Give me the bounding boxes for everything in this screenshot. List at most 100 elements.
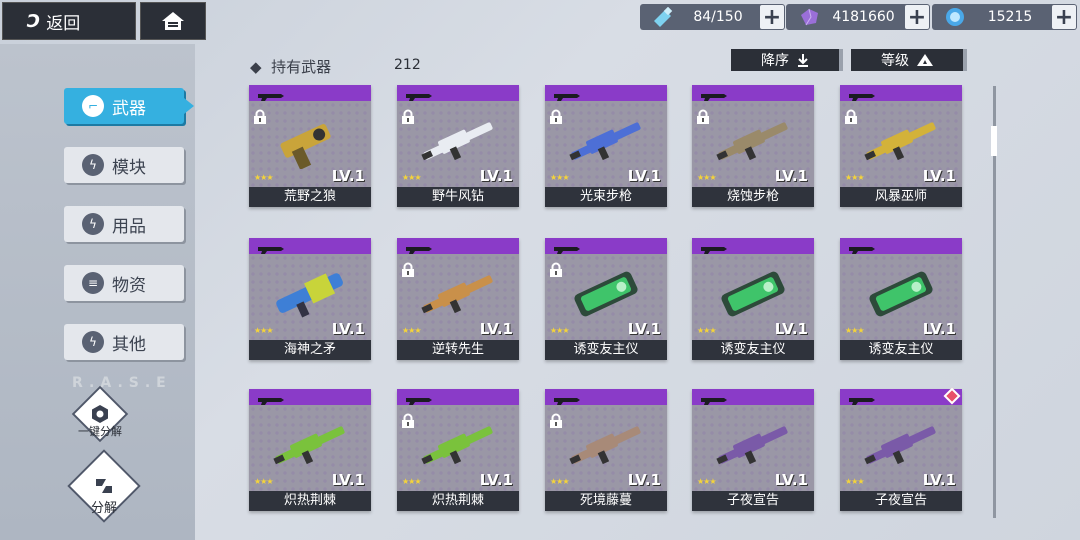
star-rating: ★★★ — [254, 173, 273, 182]
home-button[interactable] — [140, 2, 206, 40]
weapon-name: 诱变友主仪 — [545, 340, 667, 360]
weapon-level: LV.1 — [331, 167, 365, 185]
sidebar-item-modules[interactable]: ϟ 模块 — [64, 147, 184, 183]
weapon-name: 光束步枪 — [545, 187, 667, 207]
weapon-image — [269, 113, 351, 170]
star-rating: ★★★ — [550, 326, 569, 335]
weapon-card[interactable]: ★★★ LV.1 海神之矛 — [249, 238, 371, 360]
lock-icon[interactable] — [548, 413, 564, 429]
lock-icon[interactable] — [548, 262, 564, 278]
weapon-card[interactable]: ★★★ LV.1 烧蚀步枪 — [692, 85, 814, 207]
sidebar-item-supplies[interactable]: ϟ 用品 — [64, 206, 184, 242]
weapon-image — [565, 417, 647, 473]
add-crystal-button[interactable]: + — [905, 5, 929, 30]
weapon-card[interactable]: ★★★ LV.1 诱变友主仪 — [545, 238, 667, 360]
weapon-card[interactable]: ★★★ LV.1 子夜宣告 — [840, 387, 962, 511]
weapon-card[interactable]: ★★★ LV.1 逆转先生 — [397, 238, 519, 360]
weapon-type-icon — [553, 87, 581, 101]
star-rating: ★★★ — [254, 477, 273, 486]
weapon-level: LV.1 — [774, 167, 808, 185]
weapon-image — [712, 266, 794, 322]
weapon-card[interactable]: ★★★ LV.1 诱变友主仪 — [692, 238, 814, 360]
weapon-image — [565, 266, 647, 322]
quick-dismantle-label: 一键分解 — [78, 425, 122, 438]
add-orb-button[interactable]: + — [1052, 5, 1076, 30]
weapon-level: LV.1 — [774, 320, 808, 338]
weapon-type-icon — [848, 87, 876, 101]
back-logo-icon: Ɔ — [27, 10, 40, 32]
lock-icon[interactable] — [400, 262, 416, 278]
sidebar-item-label: 模块 — [112, 157, 146, 178]
weapon-type-icon — [700, 240, 728, 254]
sidebar-item-other[interactable]: ϟ 其他 — [64, 324, 184, 360]
weapon-level: LV.1 — [479, 167, 513, 185]
weapon-level: LV.1 — [922, 471, 956, 489]
weapon-type-icon — [257, 240, 285, 254]
weapon-name: 风暴巫师 — [840, 187, 962, 207]
weapon-type-icon — [553, 240, 581, 254]
sort-level-button[interactable]: 等级 — [851, 49, 967, 71]
weapon-name: 逆转先生 — [397, 340, 519, 360]
lock-icon[interactable] — [695, 109, 711, 125]
blue-orb-icon — [942, 6, 968, 28]
weapon-card[interactable]: ★★★ LV.1 炽热荆棘 — [249, 389, 371, 511]
weapon-image — [860, 113, 942, 169]
lock-icon[interactable] — [400, 413, 416, 429]
weapon-name: 炽热荆棘 — [397, 491, 519, 511]
sidebar-item-label: 其他 — [112, 334, 146, 355]
sidebar-item-label: 用品 — [112, 216, 146, 237]
weapon-level: LV.1 — [331, 320, 365, 338]
sidebar-item-materials[interactable]: ≡ 物资 — [64, 265, 184, 301]
star-rating: ★★★ — [697, 477, 716, 486]
hexagon-icon — [92, 405, 108, 423]
inventory-count: 212 — [394, 57, 421, 73]
sidebar-item-weapons[interactable]: ⌐ 武器 — [64, 88, 194, 124]
weapon-level: LV.1 — [774, 471, 808, 489]
star-rating: ★★★ — [402, 477, 421, 486]
star-rating: ★★★ — [550, 477, 569, 486]
star-rating: ★★★ — [402, 326, 421, 335]
weapon-card[interactable]: ★★★ LV.1 风暴巫师 — [840, 85, 962, 207]
weapon-card[interactable]: ★★★ LV.1 野牛风钻 — [397, 85, 519, 207]
stamina-resource: 84/150 + — [640, 4, 785, 30]
sort-order-button[interactable]: 降序 — [731, 49, 843, 71]
sort-order-label: 降序 — [761, 53, 789, 69]
sort-level-label: 等级 — [881, 53, 909, 69]
crystal-value: 4181660 — [832, 9, 895, 25]
weapon-name: 诱变友主仪 — [692, 340, 814, 360]
weapon-type-icon — [405, 391, 433, 405]
weapon-card[interactable]: ★★★ LV.1 子夜宣告 — [692, 389, 814, 511]
weapon-card[interactable]: ★★★ LV.1 死境藤蔓 — [545, 389, 667, 511]
weapon-name: 诱变友主仪 — [840, 340, 962, 360]
weapon-card[interactable]: ★★★ LV.1 光束步枪 — [545, 85, 667, 207]
lock-icon[interactable] — [548, 109, 564, 125]
inventory-title-text: 持有武器 — [271, 58, 332, 76]
weapon-card[interactable]: ★★★ LV.1 诱变友主仪 — [840, 238, 962, 360]
back-button[interactable]: Ɔ 返回 — [2, 2, 136, 40]
weapon-level: LV.1 — [479, 471, 513, 489]
weapon-image — [417, 417, 499, 473]
lock-icon[interactable] — [843, 109, 859, 125]
bolt-icon: ϟ — [82, 331, 104, 353]
level-triangle-icon — [917, 54, 933, 66]
weapon-type-icon — [848, 391, 876, 405]
lock-icon[interactable] — [252, 109, 268, 125]
star-rating: ★★★ — [254, 326, 273, 335]
weapon-type-icon — [405, 240, 433, 254]
weapon-card[interactable]: ★★★ LV.1 荒野之狼 — [249, 85, 371, 207]
star-rating: ★★★ — [845, 326, 864, 335]
weapon-level: LV.1 — [627, 471, 661, 489]
weapon-image — [712, 113, 794, 169]
weapon-level: LV.1 — [922, 167, 956, 185]
add-stamina-button[interactable]: + — [760, 5, 784, 30]
arrow-down-icon — [798, 54, 808, 67]
weapon-name: 海神之矛 — [249, 340, 371, 360]
weapon-image — [565, 113, 647, 169]
stamina-value: 84/150 — [693, 9, 743, 25]
lock-icon[interactable] — [400, 109, 416, 125]
weapon-name: 炽热荆棘 — [249, 491, 371, 511]
weapon-card[interactable]: ★★★ LV.1 炽热荆棘 — [397, 389, 519, 511]
orb-value: 15215 — [987, 9, 1033, 25]
weapon-level: LV.1 — [627, 167, 661, 185]
scrollbar-thumb[interactable] — [991, 126, 997, 156]
